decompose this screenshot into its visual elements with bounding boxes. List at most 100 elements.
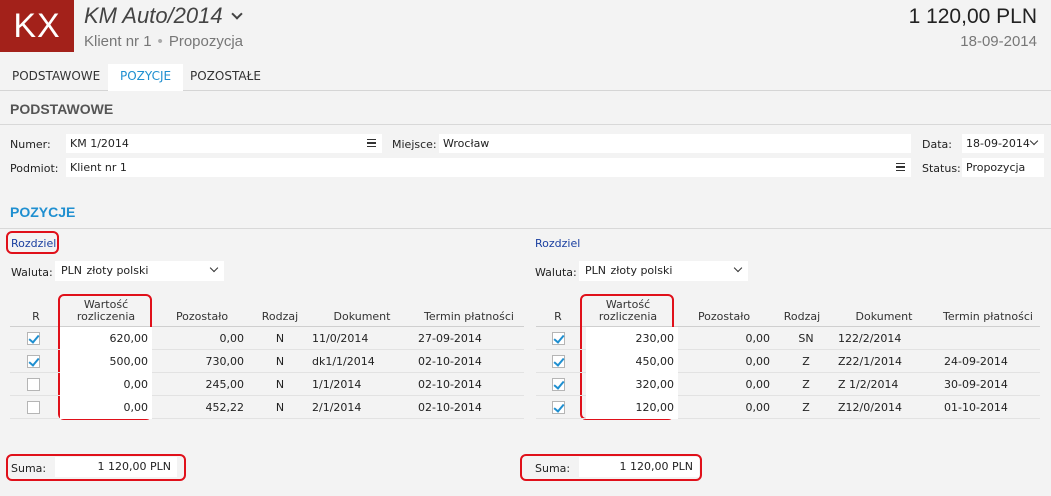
- row-due-date: 24-09-2014: [944, 355, 1008, 368]
- row-value[interactable]: 620,00: [60, 327, 152, 350]
- document-title[interactable]: KM Auto/2014: [84, 3, 243, 29]
- table-row[interactable]: 320,00 0,00 Z Z 1/2/2014 30-09-2014: [536, 373, 1040, 396]
- numer-field[interactable]: KM 1/2014: [66, 134, 382, 153]
- currency-code: PLN: [61, 264, 82, 277]
- column-header-document: Dokument: [855, 310, 913, 323]
- row-document: 11/0/2014: [312, 332, 369, 345]
- row-remaining: 0,00: [745, 401, 771, 414]
- miejsce-value: Wrocław: [443, 137, 490, 150]
- document-amount: 1 120,00 PLN: [908, 5, 1037, 28]
- table-row[interactable]: 500,00 730,00 Ndk1/1/2014 02-10-2014: [10, 350, 524, 373]
- row-checkbox[interactable]: [27, 355, 40, 368]
- menu-icon[interactable]: [367, 139, 376, 147]
- row-value[interactable]: 450,00: [586, 350, 678, 373]
- table-row[interactable]: 620,00 0,00 N 11/0/2014 27-09-2014: [10, 327, 524, 350]
- row-kind: Z: [802, 378, 810, 391]
- document-header: KX KM Auto/2014 Klient nr 1 • Propozycja 1…: [0, 0, 1051, 60]
- row-kind: SN: [798, 332, 814, 345]
- miejsce-label: Miejsce:: [392, 138, 437, 151]
- row-value[interactable]: 0,00: [60, 396, 152, 419]
- podmiot-value: Klient nr 1: [70, 161, 127, 174]
- table-row[interactable]: 120,00 0,00 Z Z12/0/2014 01-10-2014: [536, 396, 1040, 419]
- sum-value-right: 1 120,00 PLN: [579, 457, 699, 477]
- row-checkbox[interactable]: [27, 401, 40, 414]
- row-document: 1/1/2014: [312, 378, 362, 391]
- numer-label: Numer:: [10, 138, 51, 151]
- section-divider: [0, 124, 1051, 125]
- table-row[interactable]: 450,00 0,00 Z Z22/1/2014 24-09-2014: [536, 350, 1040, 373]
- subtitle-separator: •: [157, 33, 163, 50]
- subtitle-client: Klient nr 1: [84, 33, 152, 50]
- column-header-kind: Rodzaj: [783, 310, 821, 323]
- column-header-remaining: Pozostało: [175, 310, 229, 323]
- date-field[interactable]: 18-09-2014: [962, 134, 1044, 153]
- section-divider: [0, 228, 1051, 229]
- row-value[interactable]: 120,00: [586, 396, 678, 419]
- column-header-due-date: Termin płatności: [424, 310, 514, 323]
- row-due-date: 27-09-2014: [418, 332, 482, 345]
- chevron-down-icon[interactable]: [1029, 136, 1039, 146]
- document-logo: KX: [0, 0, 74, 52]
- subtitle-status: Propozycja: [168, 33, 244, 50]
- currency-select-right[interactable]: PLN złoty polski: [579, 261, 748, 281]
- row-checkbox[interactable]: [27, 332, 40, 345]
- data-label: Data:: [922, 138, 952, 151]
- split-link-left[interactable]: Rozdziel: [11, 237, 56, 250]
- row-document: Z22/1/2014: [838, 355, 902, 368]
- row-document: Z 1/2/2014: [838, 378, 899, 391]
- chevron-down-icon[interactable]: [733, 263, 743, 273]
- row-remaining: 245,00: [205, 378, 245, 391]
- sum-label-left: Suma:: [11, 462, 47, 475]
- table-row[interactable]: 230,00 0,00 SN 122/2/2014: [536, 327, 1040, 350]
- table-row[interactable]: 0,00 452,22 N 2/1/2014 02-10-2014: [10, 396, 524, 419]
- row-checkbox[interactable]: [27, 378, 40, 391]
- row-kind: N: [275, 332, 285, 345]
- tab-pozostale[interactable]: POZOSTAŁE: [178, 64, 273, 91]
- row-document: Z12/0/2014: [838, 401, 902, 414]
- currency-code: PLN: [585, 264, 606, 277]
- row-value[interactable]: 500,00: [60, 350, 152, 373]
- status-field: Propozycja: [962, 158, 1044, 177]
- row-document: 122/2/2014: [838, 332, 902, 345]
- row-due-date: [944, 327, 1044, 350]
- status-value: Propozycja: [966, 161, 1026, 174]
- column-header-value-2: rozliczenia: [76, 310, 136, 323]
- tab-podstawowe[interactable]: PODSTAWOWE: [0, 64, 112, 91]
- date-value: 18-09-2014: [966, 137, 1030, 150]
- split-link-right[interactable]: Rozdziel: [535, 237, 580, 250]
- column-header-r: R: [32, 310, 40, 323]
- document-date: 18-09-2014: [960, 33, 1037, 50]
- row-value[interactable]: 320,00: [586, 373, 678, 396]
- currency-name: złoty polski: [86, 264, 149, 277]
- tab-pozycje[interactable]: POZYCJE: [108, 64, 184, 91]
- row-document: 2/1/2014: [312, 401, 362, 414]
- row-checkbox[interactable]: [552, 378, 565, 391]
- row-remaining: 452,22: [205, 401, 245, 414]
- row-checkbox[interactable]: [552, 355, 565, 368]
- column-header-value-2: rozliczenia: [598, 310, 658, 323]
- menu-icon[interactable]: [896, 163, 905, 171]
- chevron-down-icon[interactable]: [209, 263, 219, 273]
- row-value[interactable]: 230,00: [586, 327, 678, 350]
- chevron-down-icon[interactable]: [230, 8, 243, 20]
- sum-value-left: 1 120,00 PLN: [55, 457, 177, 477]
- table-row[interactable]: 0,00 245,00 N 1/1/2014 02-10-2014: [10, 373, 524, 396]
- row-due-date: 02-10-2014: [418, 378, 482, 391]
- row-due-date: 02-10-2014: [418, 401, 482, 414]
- row-checkbox[interactable]: [552, 401, 565, 414]
- row-value[interactable]: 0,00: [60, 373, 152, 396]
- numer-value: KM 1/2014: [70, 137, 129, 150]
- row-kind: N: [275, 378, 285, 391]
- row-checkbox[interactable]: [552, 332, 565, 345]
- column-header-remaining: Pozostało: [697, 310, 751, 323]
- currency-label-left: Waluta:: [11, 266, 53, 279]
- section-title-positions: POZYCJE: [10, 204, 76, 220]
- row-remaining: 0,00: [745, 332, 771, 345]
- currency-name: złoty polski: [610, 264, 673, 277]
- document-subtitle: Klient nr 1 • Propozycja: [84, 33, 243, 50]
- row-kind: Z: [802, 401, 810, 414]
- miejsce-field[interactable]: Wrocław: [439, 134, 911, 153]
- podmiot-field[interactable]: Klient nr 1: [66, 158, 911, 177]
- currency-select-left[interactable]: PLN złoty polski: [55, 261, 224, 281]
- row-due-date: 01-10-2014: [944, 401, 1008, 414]
